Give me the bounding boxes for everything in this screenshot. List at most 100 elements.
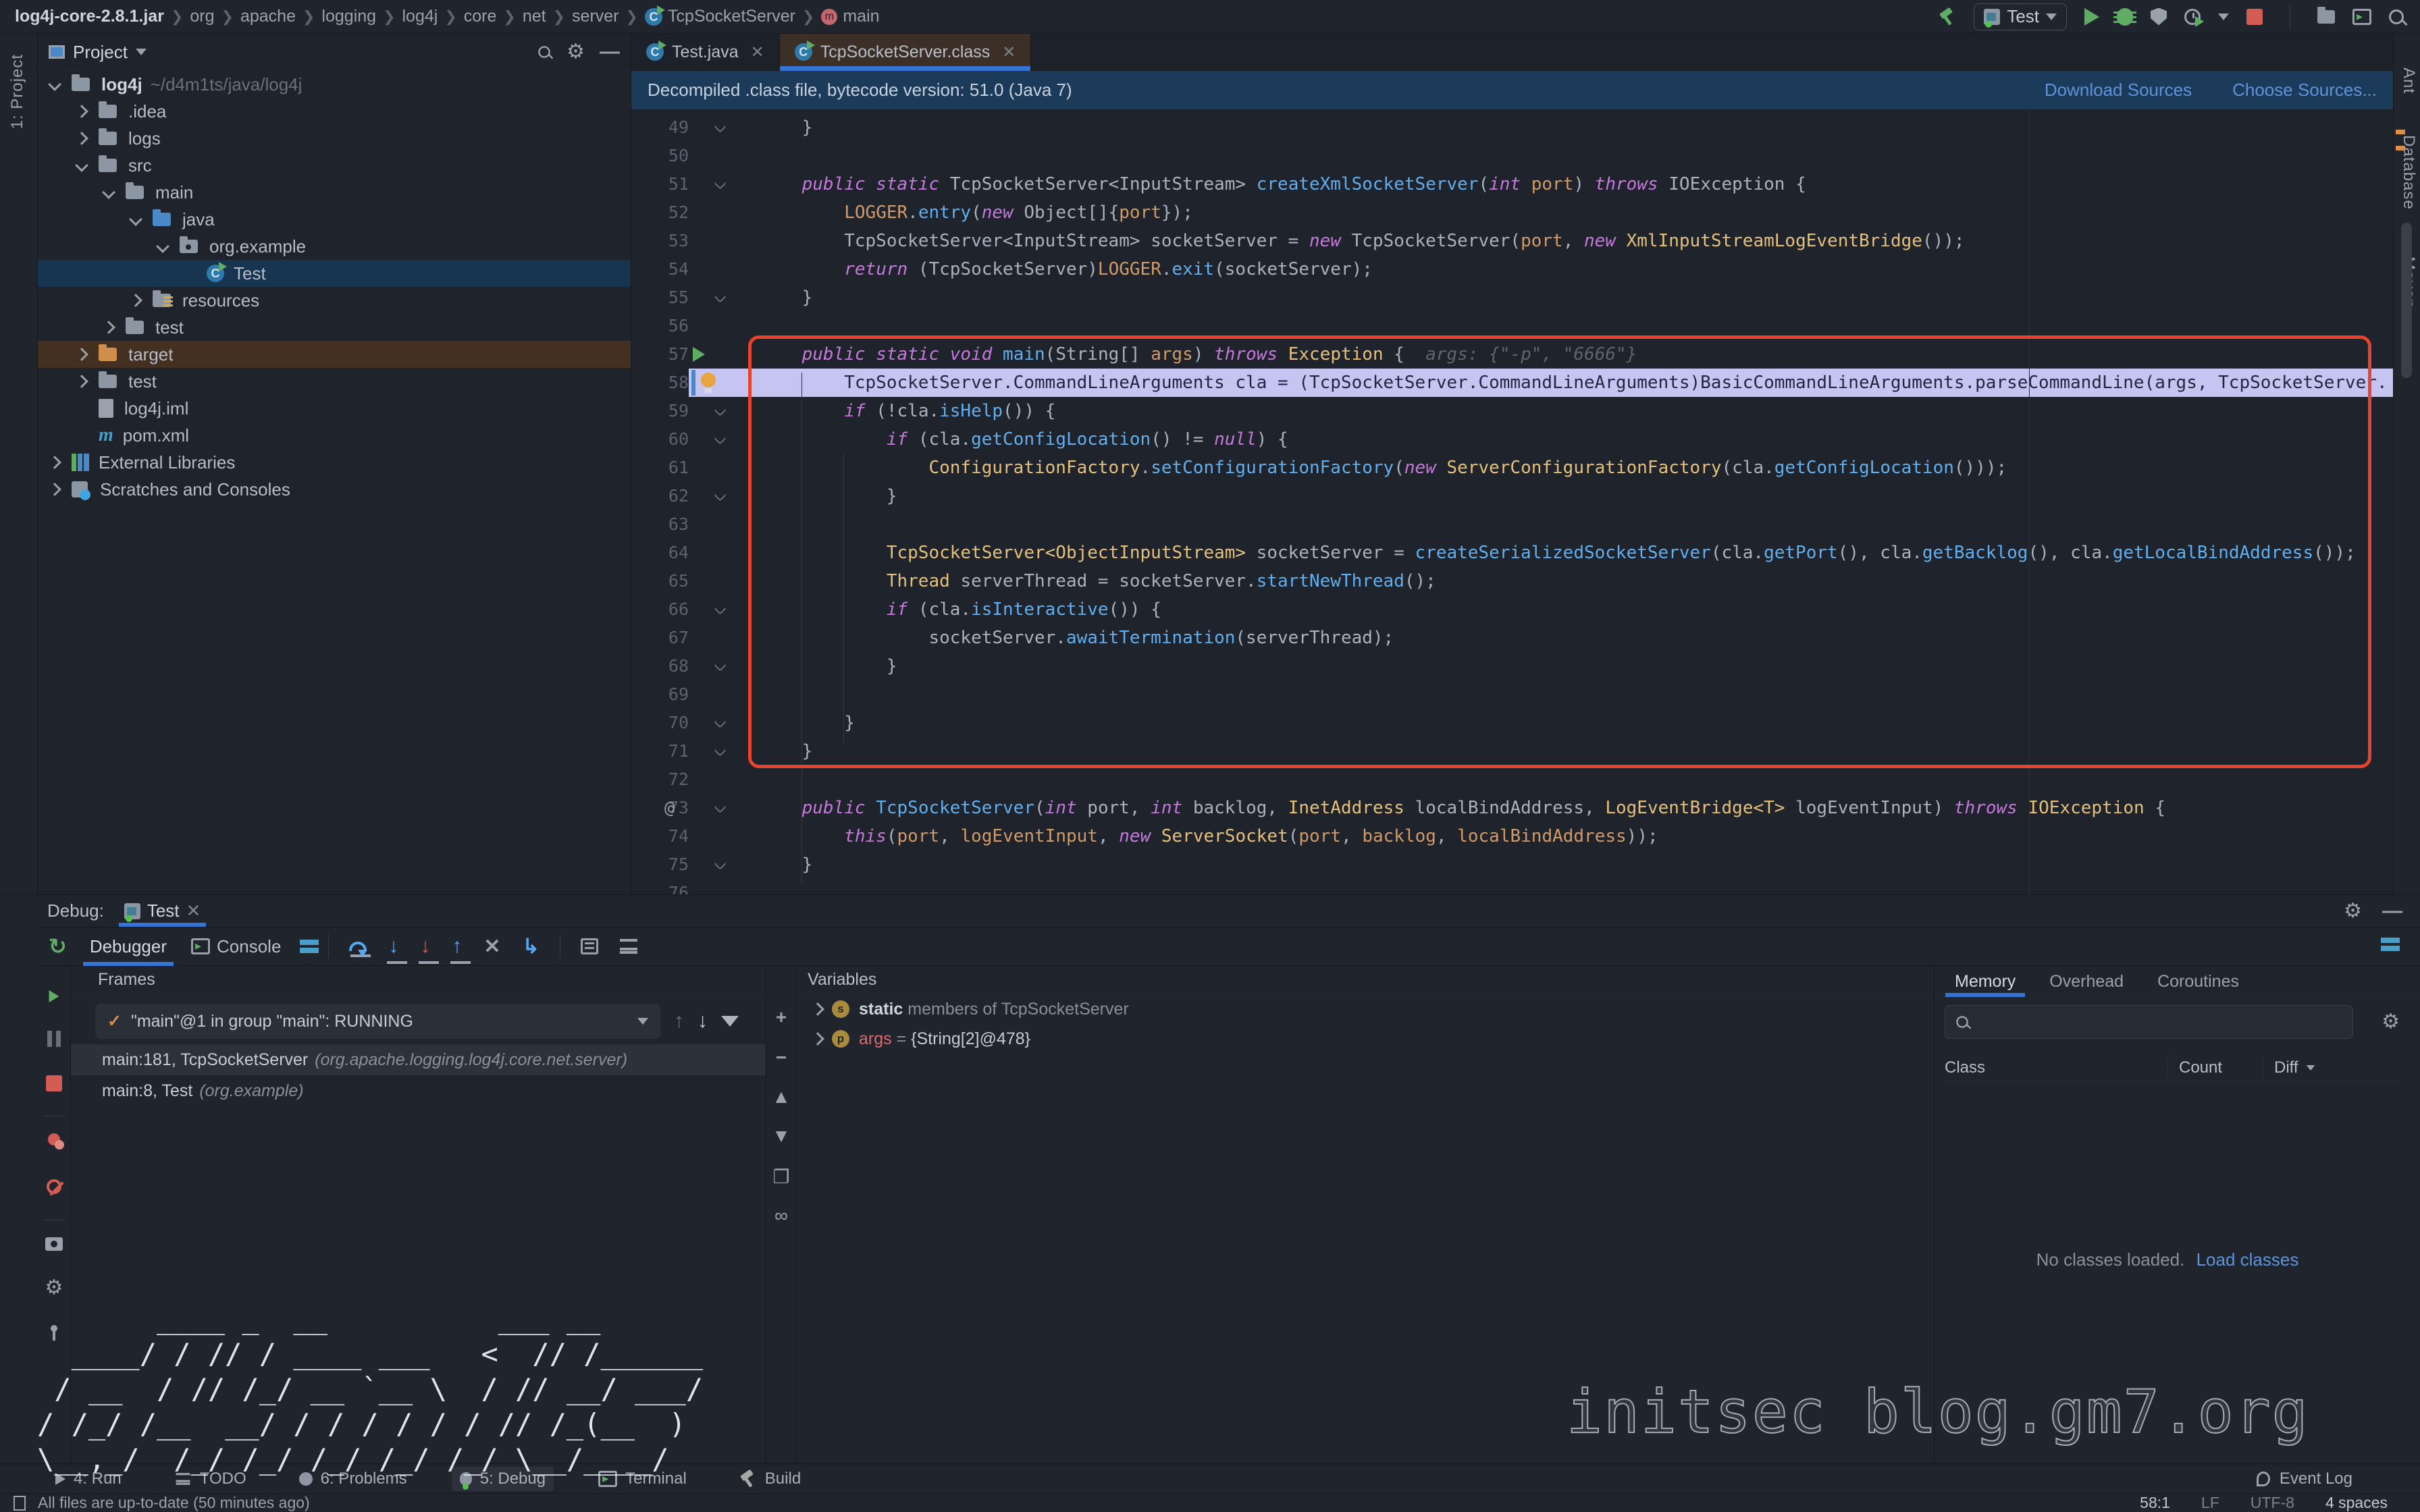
tree-item-test[interactable]: CTest bbox=[38, 260, 631, 287]
tree-item-target[interactable]: target bbox=[38, 341, 631, 368]
tree-item-test[interactable]: test bbox=[38, 314, 631, 341]
code-line-64[interactable]: 64 TcpSocketServer<ObjectInputStream> so… bbox=[631, 539, 2393, 567]
close-icon[interactable]: ✕ bbox=[1002, 43, 1016, 62]
intention-bulb-icon[interactable] bbox=[701, 373, 716, 387]
next-frame-icon[interactable]: ↓ bbox=[698, 1010, 708, 1033]
event-log-button[interactable]: Event Log bbox=[2257, 1469, 2373, 1488]
tree-item-log4j[interactable]: log4j~/d4m1ts/java/log4j bbox=[38, 71, 631, 98]
status-item-2[interactable]: UTF-8 bbox=[2251, 1494, 2294, 1512]
tool-windows-icon[interactable] bbox=[2317, 10, 2335, 24]
fold-marker-icon[interactable] bbox=[714, 744, 726, 756]
column-diff[interactable]: Diff bbox=[2263, 1058, 2316, 1077]
memory-search-input[interactable] bbox=[1945, 1005, 2353, 1039]
code-line-67[interactable]: 67 socketServer.awaitTermination(serverT… bbox=[631, 624, 2393, 652]
run-config-selector[interactable]: Test bbox=[1974, 3, 2067, 30]
chevron-collapsed-icon[interactable] bbox=[75, 348, 88, 361]
close-icon[interactable]: ✕ bbox=[751, 43, 764, 62]
thread-selector[interactable]: ✓ "main"@1 in group "main": RUNNING bbox=[95, 1004, 660, 1039]
project-settings-gear-icon[interactable]: ⚙ bbox=[567, 42, 585, 62]
breadcrumb-item[interactable]: logging bbox=[321, 7, 376, 26]
step-over-icon[interactable] bbox=[349, 942, 367, 951]
chevron-collapsed-icon[interactable] bbox=[102, 321, 115, 334]
drop-frame-icon[interactable]: ✕ bbox=[483, 935, 500, 959]
code-line-55[interactable]: 55 } bbox=[631, 284, 2393, 312]
code-line-71[interactable]: 71 } bbox=[631, 737, 2393, 765]
step-into-icon[interactable]: ↓ bbox=[388, 935, 398, 958]
evaluate-expression-icon[interactable] bbox=[581, 938, 598, 954]
coverage-button[interactable] bbox=[2151, 8, 2167, 26]
code-line-61[interactable]: 61 ConfigurationFactory.setConfiguration… bbox=[631, 454, 2393, 482]
chevron-expanded-icon[interactable] bbox=[48, 78, 61, 91]
fold-marker-icon[interactable] bbox=[714, 120, 726, 132]
tree-item-src[interactable]: src bbox=[38, 152, 631, 179]
editor-scrollbar[interactable] bbox=[2401, 223, 2412, 378]
view-breakpoints-icon[interactable] bbox=[48, 1133, 60, 1145]
chevron-collapsed-icon[interactable] bbox=[75, 132, 88, 145]
breadcrumb-item[interactable]: core bbox=[464, 7, 497, 26]
tree-item-resources[interactable]: resources bbox=[38, 287, 631, 314]
code-line-49[interactable]: 49 } bbox=[631, 113, 2393, 142]
run-to-cursor-icon[interactable]: ↳ bbox=[523, 935, 540, 959]
restore-layout-icon[interactable] bbox=[2381, 936, 2400, 952]
tree-item-scratches-and-consoles[interactable]: Scratches and Consoles bbox=[38, 476, 631, 503]
run-anything-icon[interactable] bbox=[2352, 9, 2371, 25]
tab-debugger[interactable]: Debugger bbox=[78, 927, 179, 966]
tool-window-button-build[interactable]: Build bbox=[731, 1467, 809, 1491]
breadcrumb-item[interactable]: log4j bbox=[402, 7, 438, 26]
status-item-3[interactable]: 4 spaces bbox=[2325, 1494, 2388, 1512]
tree-item-java[interactable]: java bbox=[38, 206, 631, 233]
mute-breakpoints-icon[interactable] bbox=[47, 1179, 61, 1194]
expand-chevron-icon[interactable] bbox=[811, 1002, 824, 1016]
code-line-69[interactable]: 69 bbox=[631, 680, 2393, 709]
view-options-icon[interactable] bbox=[620, 939, 637, 954]
load-classes-link[interactable]: Load classes bbox=[2197, 1249, 2299, 1270]
tool-window-button-5-debug[interactable]: 5: Debug bbox=[452, 1467, 554, 1491]
breadcrumb-item[interactable]: apache bbox=[240, 7, 296, 26]
code-line-70[interactable]: 70 } bbox=[631, 709, 2393, 737]
pause-icon[interactable] bbox=[47, 1031, 61, 1047]
tree-item-org-example[interactable]: org.example bbox=[38, 233, 631, 260]
breadcrumb-item[interactable]: server bbox=[572, 7, 619, 26]
tab-console[interactable]: Console bbox=[179, 927, 293, 966]
breadcrumb-item[interactable]: TcpSocketServer bbox=[668, 7, 795, 26]
chevron-collapsed-icon[interactable] bbox=[48, 483, 61, 496]
fold-marker-icon[interactable] bbox=[714, 659, 726, 671]
tree-item-external-libraries[interactable]: External Libraries bbox=[38, 449, 631, 476]
code-line-50[interactable]: 50 bbox=[631, 142, 2393, 170]
chevron-expanded-icon[interactable] bbox=[129, 213, 142, 226]
variables-row-args[interactable]: p args = {String[2]@478} bbox=[797, 1024, 1934, 1054]
status-item-0[interactable]: 58:1 bbox=[2140, 1494, 2170, 1512]
fold-marker-icon[interactable] bbox=[714, 602, 726, 614]
run-method-icon[interactable] bbox=[693, 347, 705, 362]
hide-panel-icon[interactable]: — bbox=[600, 40, 620, 63]
status-item-1[interactable]: LF bbox=[2201, 1494, 2219, 1512]
code-line-66[interactable]: 66 if (cla.isInteractive()) { bbox=[631, 595, 2393, 624]
code-line-59[interactable]: 59 if (!cla.isHelp()) { bbox=[631, 397, 2393, 425]
resume-icon[interactable] bbox=[49, 986, 59, 1007]
fold-marker-icon[interactable] bbox=[714, 489, 726, 501]
fold-marker-icon[interactable] bbox=[714, 716, 726, 728]
code-line-76[interactable]: 76 bbox=[631, 879, 2393, 894]
tree-item--idea[interactable]: .idea bbox=[38, 98, 631, 125]
column-class[interactable]: Class bbox=[1945, 1058, 2167, 1077]
chevron-expanded-icon[interactable] bbox=[102, 186, 115, 199]
chevron-expanded-icon[interactable] bbox=[75, 159, 88, 172]
code-line-68[interactable]: 68 } bbox=[631, 652, 2393, 680]
build-hammer-icon[interactable] bbox=[1939, 8, 1956, 26]
move-up-icon[interactable]: ▲ bbox=[772, 1086, 791, 1108]
tree-item-log4j-iml[interactable]: log4j.iml bbox=[38, 395, 631, 422]
tree-item-test[interactable]: test bbox=[38, 368, 631, 395]
variables-row-static[interactable]: s static members of TcpSocketServer bbox=[797, 994, 1934, 1024]
editor-tab-test-java[interactable]: CTest.java✕ bbox=[631, 34, 780, 70]
memory-settings-gear-icon[interactable]: ⚙ bbox=[2382, 1012, 2400, 1032]
breadcrumb-item[interactable]: org bbox=[190, 7, 214, 26]
step-out-icon[interactable]: ↑ bbox=[452, 935, 462, 958]
stop-button[interactable] bbox=[2246, 9, 2263, 25]
debug-session-tab[interactable]: Test ✕ bbox=[115, 895, 210, 927]
choose-sources-link[interactable]: Choose Sources... bbox=[2232, 80, 2377, 101]
project-panel-header[interactable]: Project ⚙ — bbox=[38, 34, 631, 71]
editor-tab-tcpsocketserver-class[interactable]: CTcpSocketServer.class✕ bbox=[780, 34, 1032, 70]
column-count[interactable]: Count bbox=[2168, 1058, 2263, 1077]
fold-marker-icon[interactable] bbox=[714, 177, 726, 189]
pin-icon[interactable] bbox=[51, 1325, 57, 1332]
